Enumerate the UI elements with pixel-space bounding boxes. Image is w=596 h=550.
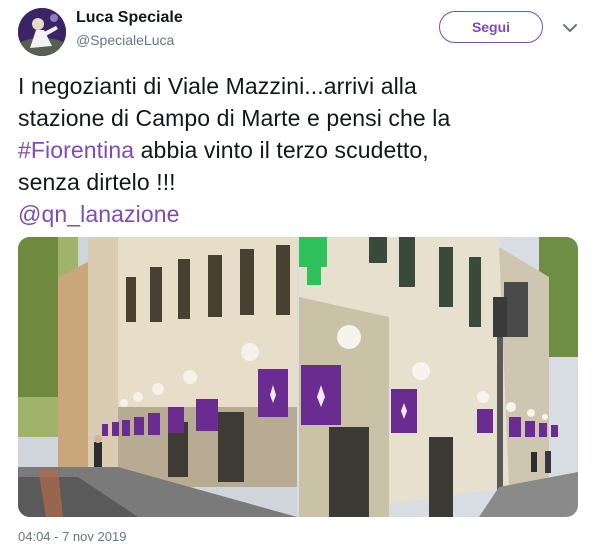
tweet-text: I negozianti di Viale Mazzini...arrivi a… [18, 70, 583, 230]
tweet-timestamp[interactable]: 04:04 - 7 nov 2019 [18, 529, 126, 544]
tweet-line-2: stazione di Campo di Marte e pensi che l… [18, 105, 451, 131]
follow-button[interactable]: Segui [439, 11, 543, 43]
tweet-line-1: I negozianti di Viale Mazzini...arrivi a… [18, 73, 417, 99]
tweet-line-5: @qn_lanazione [18, 198, 583, 230]
user-handle[interactable]: @SpecialeLuca [76, 32, 174, 48]
display-name[interactable]: Luca Speciale [76, 9, 183, 27]
tweet-media[interactable] [18, 237, 578, 517]
hashtag-link[interactable]: #Fiorentina [18, 137, 134, 163]
photo-right[interactable] [299, 237, 578, 517]
tweet-line-4: senza dirtelo !!! [18, 169, 176, 195]
follow-button-label: Segui [471, 19, 511, 35]
photo-left[interactable] [18, 237, 297, 517]
avatar[interactable] [18, 8, 66, 56]
tweet-line-3-rest: abbia vinto il terzo scudetto, [134, 137, 429, 163]
street-photo-left-icon [18, 237, 297, 517]
street-photo-right-icon [299, 237, 578, 517]
avatar-photo-icon [18, 8, 66, 56]
chevron-down-icon[interactable] [560, 20, 580, 36]
tweet-line-3: #Fiorentina abbia vinto il terzo scudett… [18, 134, 583, 166]
mention-link[interactable]: @qn_lanazione [18, 201, 180, 227]
